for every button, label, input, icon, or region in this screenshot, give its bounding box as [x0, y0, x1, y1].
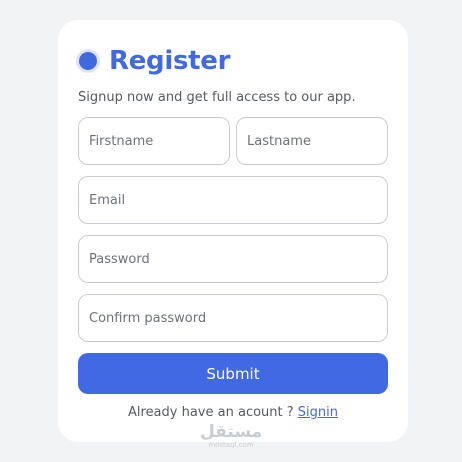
firstname-input[interactable]: [78, 117, 230, 165]
password-input[interactable]: [78, 235, 388, 283]
confirm-password-input[interactable]: [78, 294, 388, 342]
watermark-latin-text: mostaql.com: [208, 441, 254, 449]
register-card: Register Signup now and get full access …: [58, 20, 408, 442]
signin-prompt-text: Already have an acount ?: [128, 405, 298, 420]
form-subtitle: Signup now and get full access to our ap…: [78, 90, 356, 105]
email-input[interactable]: [78, 176, 388, 224]
watermark-arabic-text: مستقل: [200, 422, 263, 442]
form-header: Register: [76, 46, 230, 76]
form-title: Register: [109, 46, 231, 76]
watermark-logo: مستقل mostaql.com: [200, 424, 262, 449]
brand-dot-icon: [76, 49, 100, 73]
submit-button[interactable]: Submit: [78, 353, 388, 394]
lastname-input[interactable]: [236, 117, 388, 165]
signin-link[interactable]: Signin: [298, 405, 338, 420]
signin-prompt: Already have an acount ? Signin: [58, 405, 408, 420]
